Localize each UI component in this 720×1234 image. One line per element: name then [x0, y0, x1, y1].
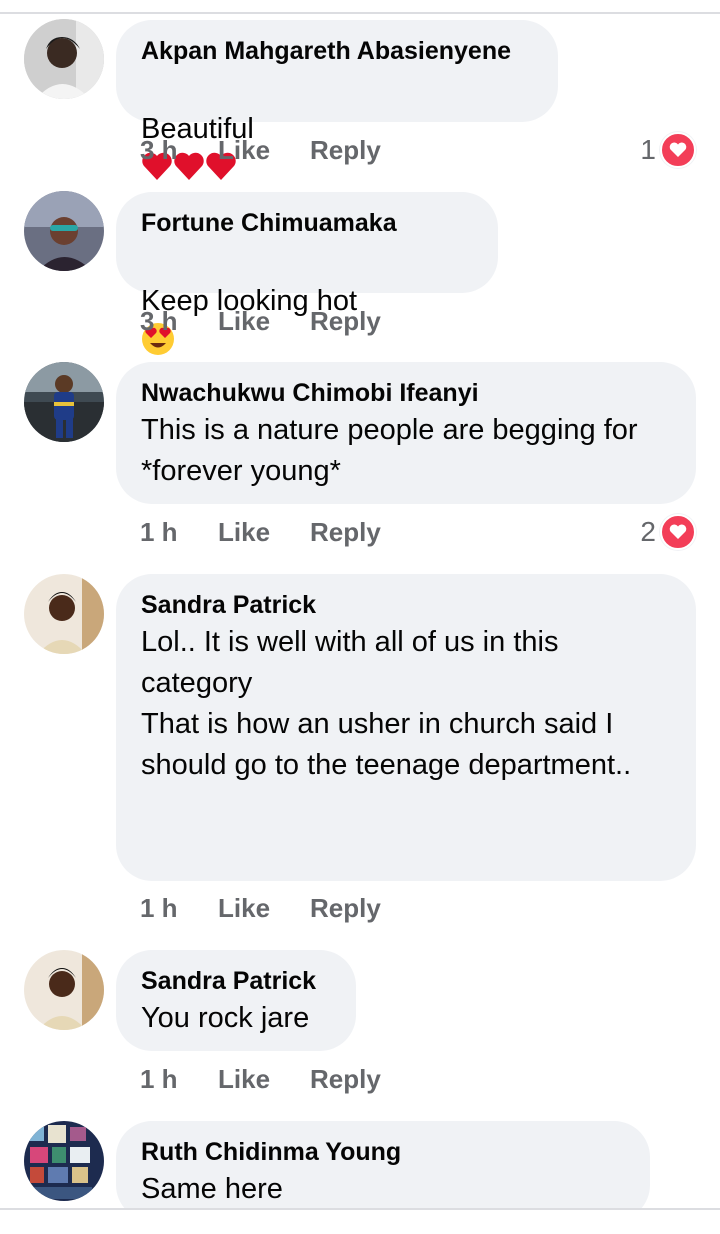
- reaction-count: 2: [640, 516, 656, 547]
- comment-text: This is a nature people are begging for …: [141, 414, 638, 487]
- avatar[interactable]: [24, 19, 104, 99]
- comment-actions: 1 h Like Reply: [140, 517, 540, 551]
- comment-composer-bar[interactable]: [0, 1208, 720, 1234]
- commenter-name[interactable]: Akpan Mahgareth Abasienyene: [141, 36, 532, 66]
- timestamp[interactable]: 1 h: [140, 1064, 178, 1095]
- commenter-name[interactable]: Sandra Patrick: [141, 966, 330, 996]
- avatar[interactable]: [24, 574, 104, 654]
- comment-bubble: Fortune Chimuamaka Keep looking hot: [116, 192, 498, 401]
- commenter-name[interactable]: Sandra Patrick: [141, 590, 670, 620]
- comment-bubble: Akpan Mahgareth Abasienyene Beautiful: [116, 20, 558, 180]
- reply-button[interactable]: Reply: [310, 893, 381, 924]
- reply-button[interactable]: Reply: [310, 517, 381, 548]
- comment-text: You rock jare: [141, 1002, 310, 1034]
- reply-button[interactable]: Reply: [310, 135, 381, 166]
- comment-actions: 3 h Like Reply: [140, 306, 540, 340]
- comment-bubble: Ruth Chidinma Young Same here: [116, 1121, 650, 1221]
- comment-text: Lol.. It is well with all of us in this …: [141, 626, 632, 781]
- reply-button[interactable]: Reply: [310, 1064, 381, 1095]
- like-button[interactable]: Like: [218, 1064, 270, 1095]
- love-reaction-icon: [660, 132, 696, 168]
- reaction-count: 1: [640, 134, 656, 165]
- comment-actions: 1 h Like Reply: [140, 1064, 540, 1098]
- like-button[interactable]: Like: [218, 893, 270, 924]
- avatar[interactable]: [24, 1121, 104, 1201]
- reaction-summary[interactable]: 2: [640, 514, 696, 550]
- reply-button[interactable]: Reply: [310, 306, 381, 337]
- comment-bubble: Sandra Patrick Lol.. It is well with all…: [116, 574, 696, 881]
- comment-actions: 1 h Like Reply: [140, 893, 540, 927]
- comment-actions: 3 h Like Reply: [140, 135, 540, 169]
- comment-bubble: Nwachukwu Chimobi Ifeanyi This is a natu…: [116, 362, 696, 504]
- avatar[interactable]: [24, 362, 104, 442]
- avatar[interactable]: [24, 950, 104, 1030]
- comment-text: Same here: [141, 1173, 283, 1205]
- like-button[interactable]: Like: [218, 135, 270, 166]
- love-reaction-icon: [660, 514, 696, 550]
- timestamp[interactable]: 3 h: [140, 135, 178, 166]
- commenter-name[interactable]: Ruth Chidinma Young: [141, 1137, 624, 1167]
- like-button[interactable]: Like: [218, 517, 270, 548]
- timestamp[interactable]: 1 h: [140, 893, 178, 924]
- top-divider: [0, 12, 720, 14]
- timestamp[interactable]: 3 h: [140, 306, 178, 337]
- like-button[interactable]: Like: [218, 306, 270, 337]
- commenter-name[interactable]: Nwachukwu Chimobi Ifeanyi: [141, 378, 670, 408]
- reaction-summary[interactable]: 1: [640, 132, 696, 168]
- timestamp[interactable]: 1 h: [140, 517, 178, 548]
- comment-bubble: Sandra Patrick You rock jare: [116, 950, 356, 1051]
- commenter-name[interactable]: Fortune Chimuamaka: [141, 208, 472, 238]
- avatar[interactable]: [24, 191, 104, 271]
